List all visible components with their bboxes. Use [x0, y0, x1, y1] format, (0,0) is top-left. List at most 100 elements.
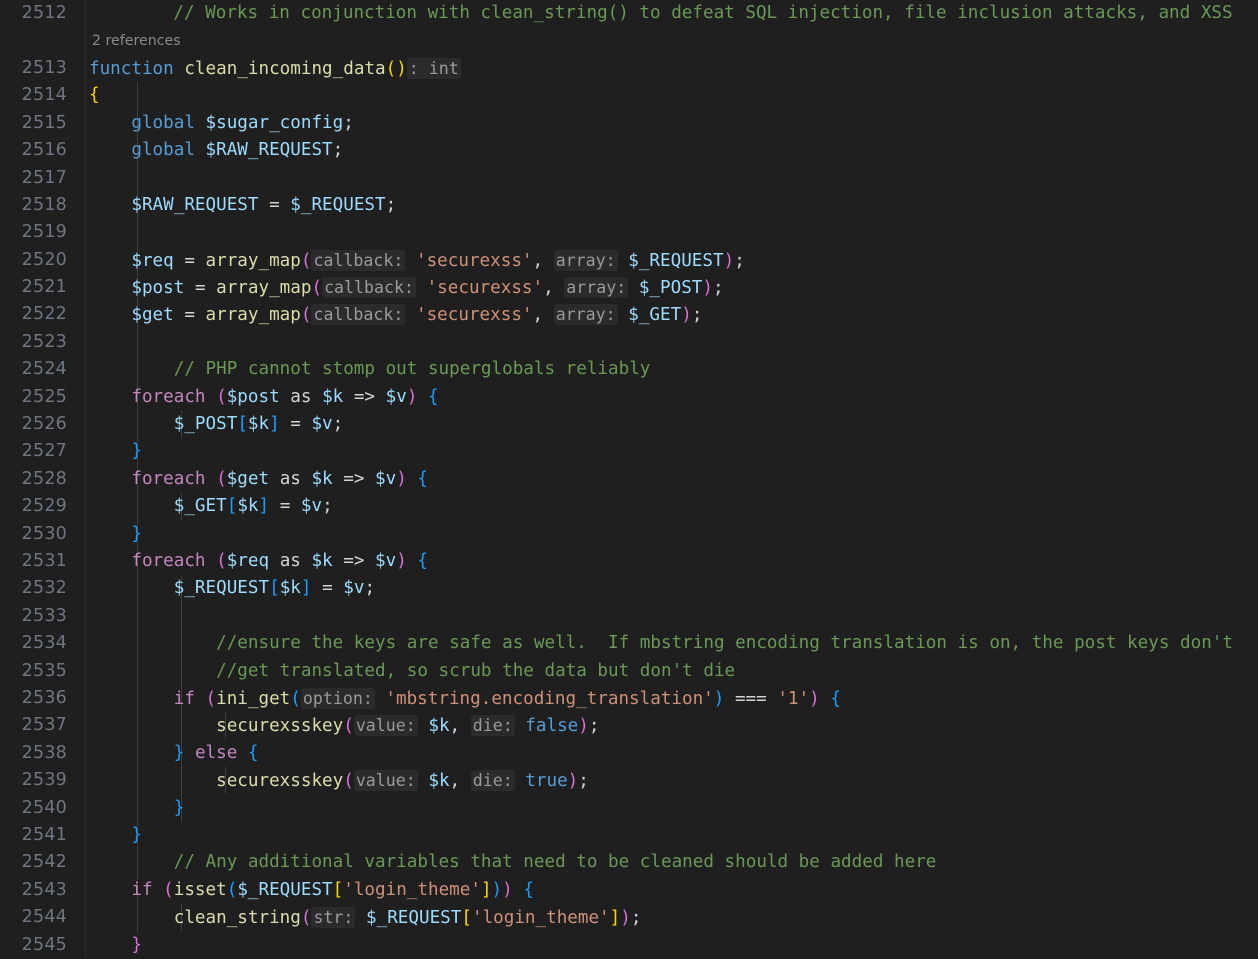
function-securexsskey: securexsskey [216, 716, 344, 736]
paren-close: ) [681, 305, 692, 325]
comment-text: // PHP cannot stomp out superglobals rel… [89, 359, 651, 379]
code-line-2545[interactable]: } [89, 932, 142, 958]
inlay-hint-callback[interactable]: callback: [322, 277, 416, 298]
paren-close: ) [620, 908, 631, 928]
code-line-2537[interactable]: securexsskey(value: $k, die: false); [89, 712, 599, 739]
assign-operator: = [322, 578, 333, 598]
paren-open: ( [163, 880, 174, 900]
code-line-2535[interactable]: //get translated, so scrub the data but … [89, 658, 735, 685]
code-line-2529[interactable]: $_GET[$k] = $v; [89, 493, 333, 520]
paren-open: ( [343, 771, 354, 791]
variable-get: $get [226, 469, 270, 489]
code-line-2544[interactable]: clean_string(str: $_REQUEST['login_theme… [89, 904, 641, 931]
variable-sugar-config: $sugar_config [205, 113, 344, 133]
code-editor[interactable]: 2512 2513 2514 2515 2516 2517 2518 2519 … [0, 0, 1258, 958]
inlay-hint-die[interactable]: die: [470, 770, 515, 791]
code-line-2525[interactable]: foreach ($post as $k => $v) { [89, 384, 438, 411]
code-line-2541[interactable]: } [89, 822, 142, 849]
inlay-hint-option[interactable]: option: [300, 688, 375, 709]
code-line-2542[interactable]: // Any additional variables that need to… [89, 849, 937, 876]
paren-close: ) [713, 689, 725, 709]
paren-open: ( [226, 880, 238, 900]
string-login-theme: 'login_theme' [343, 880, 481, 900]
keyword-as: as [290, 387, 312, 407]
line-number: 2535 [21, 661, 67, 681]
inlay-hint-value[interactable]: value: [353, 715, 418, 736]
code-line-2528[interactable]: foreach ($get as $k => $v) { [89, 466, 428, 493]
code-line-2536[interactable]: if (ini_get(option: 'mbstring.encoding_t… [89, 685, 841, 712]
paren-open: ( [385, 59, 397, 79]
line-number: 2527 [21, 441, 67, 461]
line-number: 2529 [21, 496, 67, 516]
line-number: 2515 [21, 113, 67, 133]
line-number: 2544 [21, 907, 67, 927]
code-line-2512[interactable]: // Works in conjunction with clean_strin… [131, 0, 1232, 27]
superglobal-request: $_REQUEST [237, 880, 333, 900]
codelens-references[interactable]: 2 references [92, 28, 181, 55]
code-line-2524[interactable]: // PHP cannot stomp out superglobals rel… [89, 356, 651, 383]
variable-k: $k [428, 716, 450, 736]
code-line-2521[interactable]: $post = array_map(callback: 'securexss',… [89, 274, 724, 301]
inlay-hint-callback[interactable]: callback: [311, 304, 406, 325]
paren-close: ) [723, 251, 735, 271]
superglobal-request: $_REQUEST [290, 195, 386, 215]
paren-close: ) [567, 771, 579, 791]
code-line-2531[interactable]: foreach ($req as $k => $v) { [89, 548, 428, 575]
code-line-2530[interactable]: } [89, 521, 142, 548]
code-line-2518[interactable]: $RAW_REQUEST = $_REQUEST; [89, 192, 396, 219]
code-line-2526[interactable]: $_POST[$k] = $v; [89, 411, 344, 438]
inlay-hint-die[interactable]: die: [470, 715, 515, 736]
line-number: 2514 [21, 85, 67, 105]
code-line-2520[interactable]: $req = array_map(callback: 'securexss', … [89, 247, 745, 274]
code-line-2515[interactable]: global $sugar_config; [89, 110, 353, 137]
code-line-2522[interactable]: $get = array_map(callback: 'securexss', … [89, 301, 702, 328]
superglobal-post: $_POST [173, 414, 238, 434]
code-line-2527[interactable]: } [89, 438, 142, 465]
variable-get: $get [131, 305, 174, 325]
comma: , [532, 305, 544, 325]
bracket-close: ] [269, 414, 280, 434]
inlay-hint-value[interactable]: value: [353, 770, 418, 791]
code-line-2532[interactable]: $_REQUEST[$k] = $v; [89, 575, 375, 602]
semicolon: ; [332, 414, 344, 434]
assign-operator: = [194, 278, 206, 298]
code-line-2539[interactable]: securexsskey(value: $k, die: true); [89, 767, 589, 794]
line-number: 2532 [21, 578, 67, 598]
comma: , [543, 278, 554, 298]
paren-open: ( [205, 689, 217, 709]
semicolon: ; [578, 771, 589, 791]
inlay-hint-array[interactable]: array: [553, 304, 618, 325]
inlay-hint-callback[interactable]: callback: [311, 250, 406, 271]
paren-open: ( [311, 278, 323, 298]
assign-operator: = [279, 496, 291, 516]
code-line-2514[interactable]: { [89, 82, 100, 109]
brace-close: } [173, 798, 185, 818]
inlay-hint-array[interactable]: array: [553, 250, 618, 271]
paren-open: ( [343, 716, 354, 736]
string-securexss: 'securexss' [415, 305, 533, 325]
code-line-2543[interactable]: if (isset($_REQUEST['login_theme'])) { [89, 877, 534, 904]
comma: , [532, 251, 544, 271]
codelens-label: 2 references [92, 33, 181, 49]
code-line-2538[interactable]: } else { [89, 740, 259, 767]
arrow-operator: => [343, 551, 365, 571]
line-number: 2534 [21, 633, 67, 653]
inlay-hint-str[interactable]: str: [311, 907, 356, 928]
code-line-2513[interactable]: function clean_incoming_data(): int [89, 55, 461, 82]
inlay-hint-return-type[interactable]: : int [406, 58, 461, 79]
code-content[interactable]: // Works in conjunction with clean_strin… [85, 0, 1258, 958]
inlay-hint-array[interactable]: array: [564, 277, 629, 298]
line-number-gutter: 2512 2513 2514 2515 2516 2517 2518 2519 … [0, 0, 85, 958]
code-line-2540[interactable]: } [89, 795, 185, 822]
code-line-2534[interactable]: //ensure the keys are safe as well. If m… [89, 630, 1233, 657]
brace-close: } [131, 524, 142, 544]
variable-k: $k [311, 469, 333, 489]
arrow-operator: => [343, 469, 365, 489]
variable-req: $req [131, 251, 174, 271]
variable-k: $k [428, 771, 450, 791]
line-number: 2517 [21, 168, 67, 188]
literal-false: false [525, 716, 579, 736]
string-one: '1' [777, 689, 810, 709]
keyword-as: as [279, 551, 301, 571]
code-line-2516[interactable]: global $RAW_REQUEST; [89, 137, 343, 164]
